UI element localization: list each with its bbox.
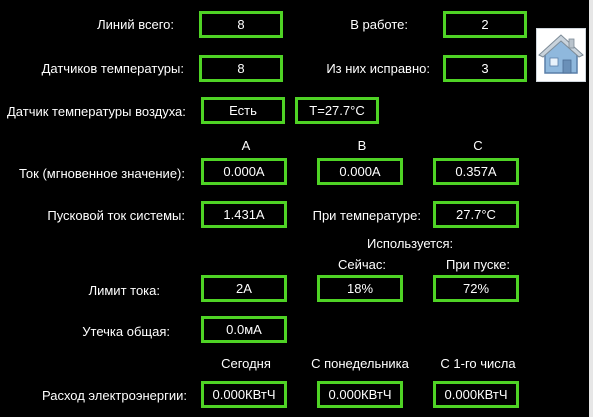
startup-temp-value: 27.7°C: [433, 201, 519, 228]
leak-value: 0.0мA: [201, 316, 287, 343]
phase-a-header: A: [241, 138, 251, 153]
energy-label: Расход электроэнергии:: [41, 388, 187, 403]
limit-now-value: 18%: [317, 275, 403, 302]
air-sensor-temp: T=27.7°C: [295, 97, 379, 124]
home-icon: [538, 34, 584, 74]
sensors-count-value: 8: [199, 55, 283, 82]
energy-month-value: 0.000КВтЧ: [433, 381, 519, 408]
monitor-panel: Линий всего: 8 В работе: 2 Датчиков темп…: [0, 0, 593, 417]
startup-current-label: Пусковой ток системы:: [47, 208, 185, 223]
energy-monday-value: 0.000КВтЧ: [317, 381, 403, 408]
startup-current-value: 1.431A: [201, 201, 287, 228]
sensors-ok-label: Из них исправно:: [326, 61, 430, 76]
current-a-value: 0.000A: [201, 158, 287, 185]
lines-total-label: Линий всего:: [97, 17, 174, 32]
usage-now-label: Сейчас:: [338, 257, 386, 272]
lines-working-value: 2: [443, 11, 527, 38]
startup-temp-label: При температуре:: [312, 208, 421, 223]
sensors-count-label: Датчиков температуры:: [41, 61, 184, 76]
energy-today-value: 0.000КВтЧ: [201, 381, 287, 408]
current-b-value: 0.000A: [317, 158, 403, 185]
energy-today-label: Сегодня: [221, 356, 271, 371]
usage-start-label: При пуске:: [445, 257, 511, 272]
current-label: Ток (мгновенное значение):: [19, 166, 185, 181]
usage-header: Используется:: [367, 236, 454, 251]
sensors-ok-value: 3: [443, 55, 527, 82]
energy-month-label: С 1-го числа: [440, 356, 516, 371]
right-edge-scrollbar: [589, 0, 593, 417]
limit-start-value: 72%: [433, 275, 519, 302]
phase-c-header: C: [473, 138, 483, 153]
phase-b-header: B: [357, 138, 367, 153]
air-sensor-label: Датчик температуры воздуха:: [7, 104, 186, 119]
air-sensor-status: Есть: [201, 97, 285, 124]
lines-total-value: 8: [199, 11, 283, 38]
lines-working-label: В работе:: [350, 17, 408, 32]
home-button[interactable]: [536, 28, 586, 82]
limit-value: 2A: [201, 275, 287, 302]
limit-label: Лимит тока:: [88, 283, 160, 298]
leak-label: Утечка общая:: [82, 324, 170, 339]
energy-monday-label: С понедельника: [311, 356, 409, 371]
current-c-value: 0.357A: [433, 158, 519, 185]
